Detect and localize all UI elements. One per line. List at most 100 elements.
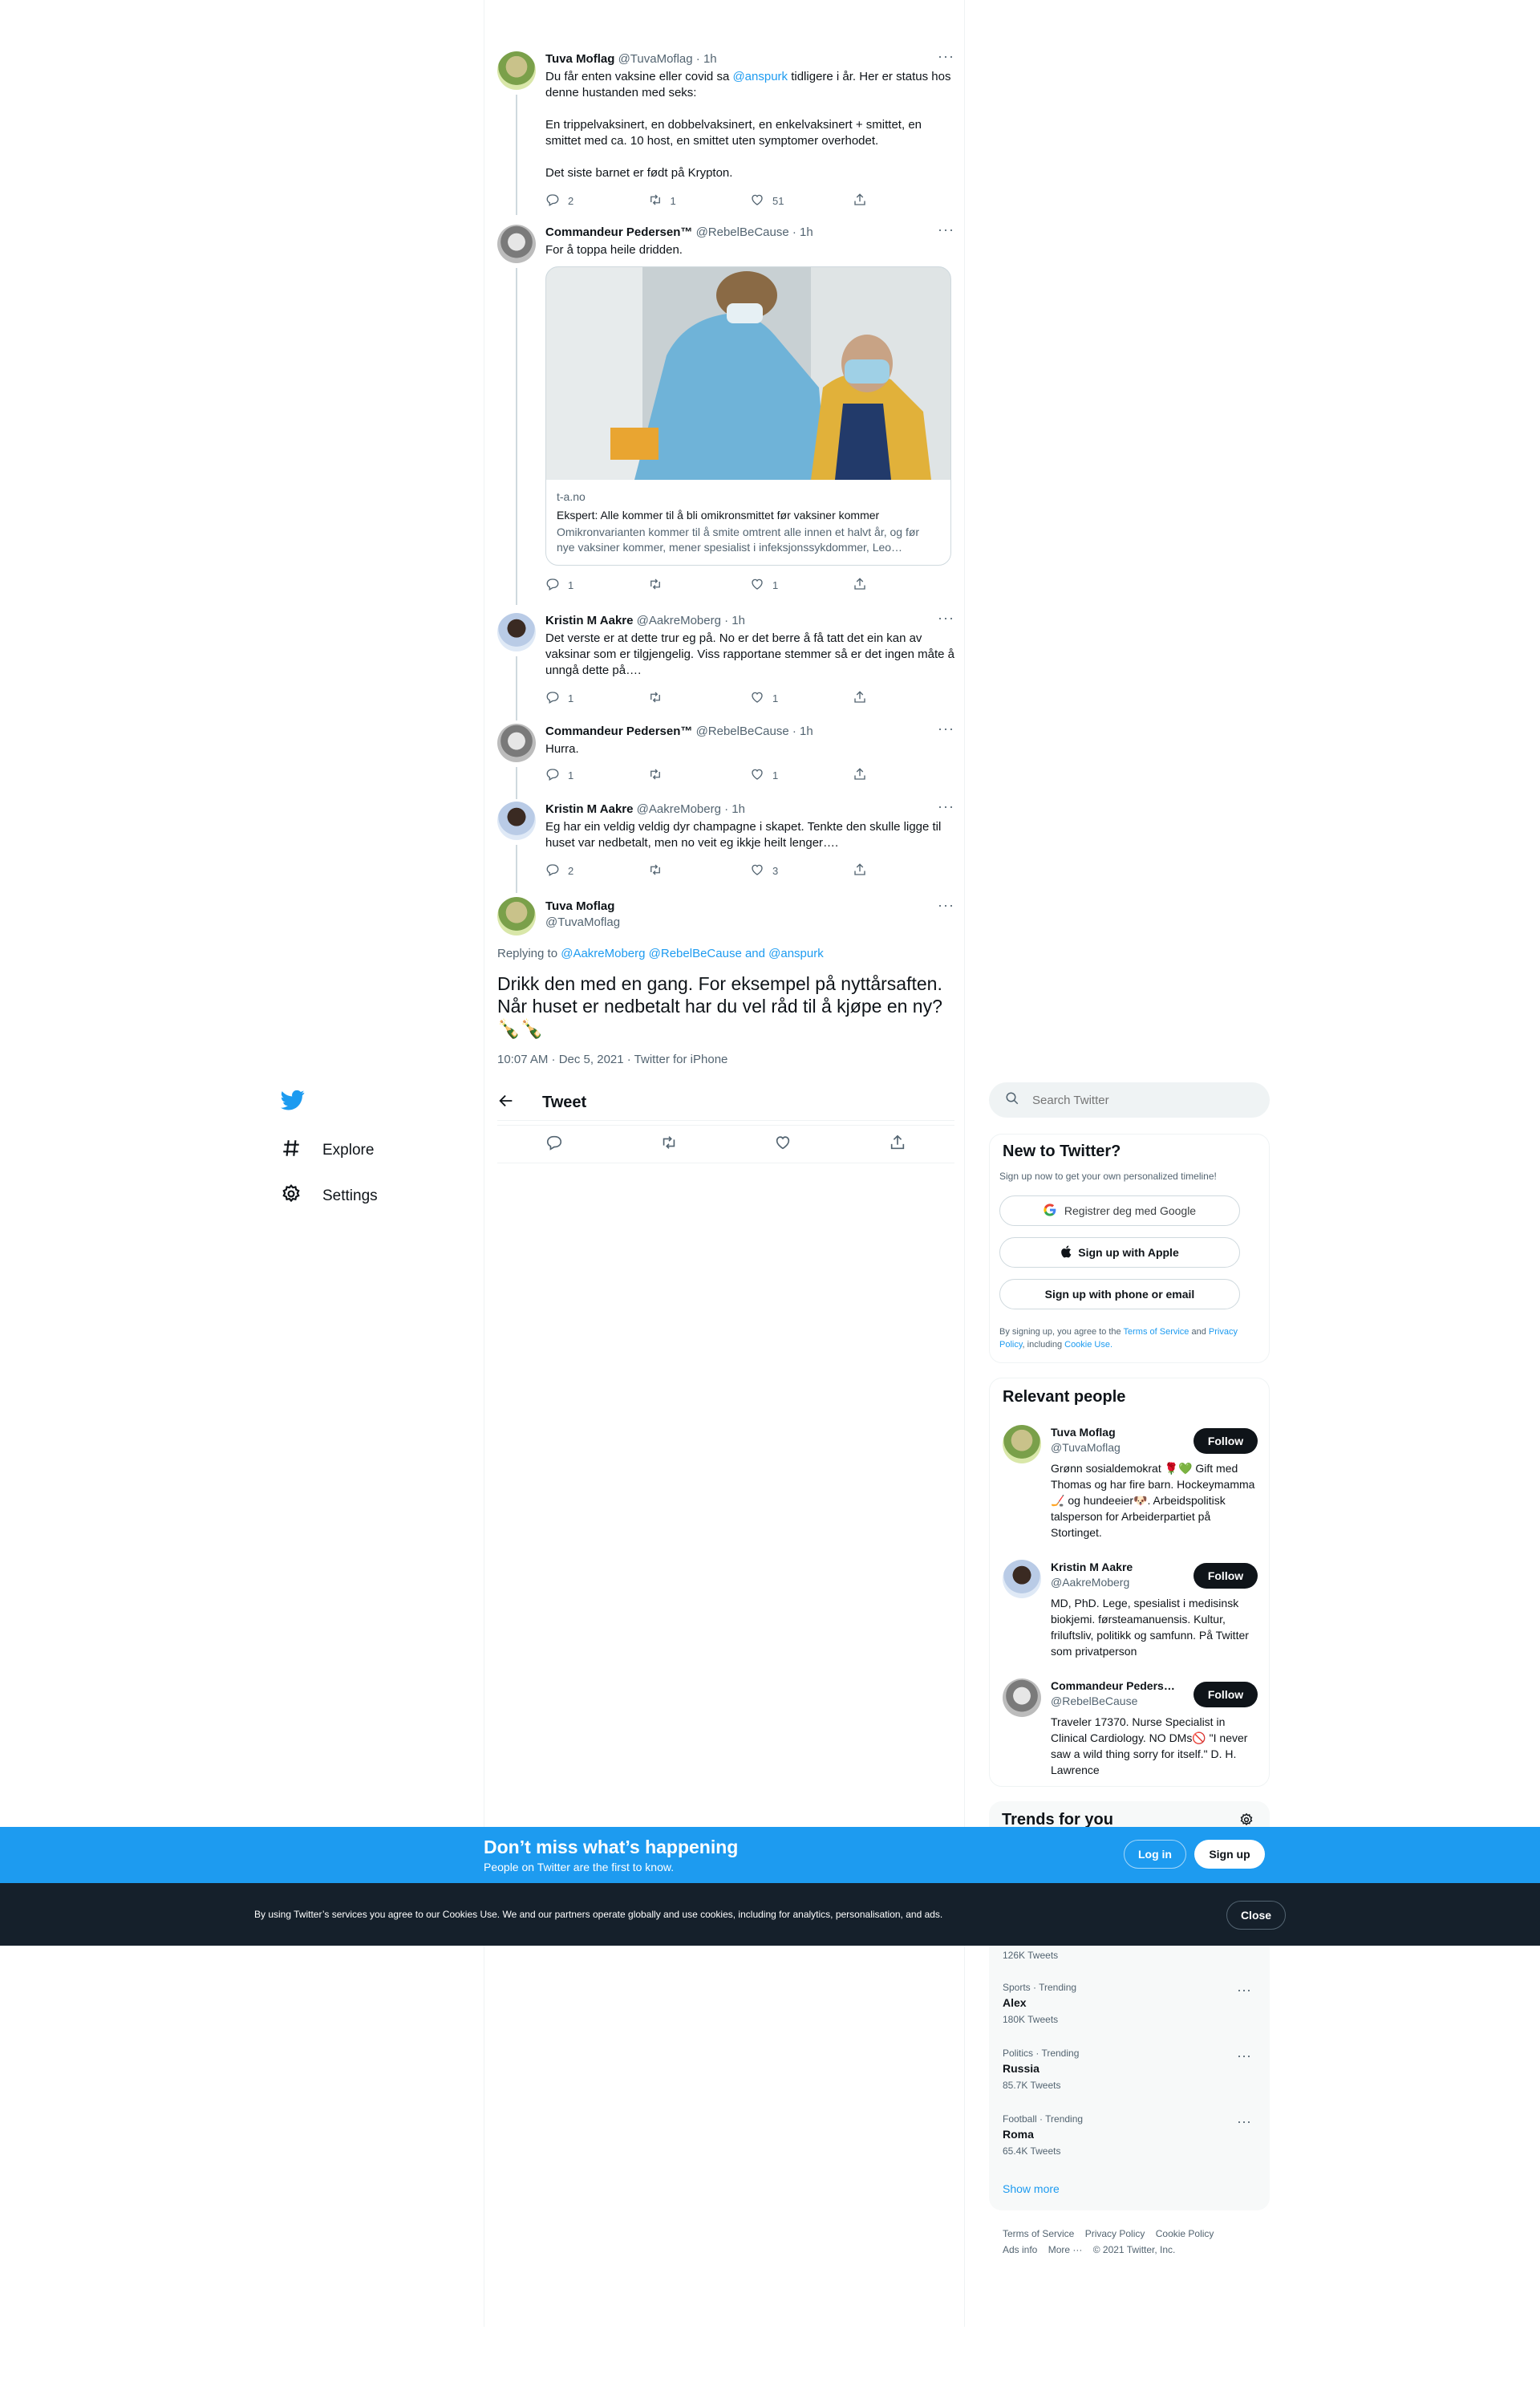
follow-button[interactable]: Follow: [1194, 1563, 1258, 1589]
replying-to-links[interactable]: @AakreMoberg @RebelBeCause and @anspurk: [561, 947, 824, 960]
tweet[interactable]: Kristin M Aakre @AakreMoberg · 1h ··· De…: [497, 610, 955, 720]
person-name[interactable]: Kristin M Aakre: [1051, 1560, 1133, 1575]
footer-terms-link[interactable]: Terms of Service: [1003, 2228, 1074, 2239]
share-icon[interactable]: [889, 1134, 906, 1155]
retweet-button[interactable]: [648, 577, 751, 594]
retweet-button[interactable]: [648, 767, 751, 784]
trend-item[interactable]: Sports · Trending Alex 180K Tweets ···: [1003, 1982, 1259, 2025]
more-icon[interactable]: ···: [1237, 1982, 1251, 1999]
cookie-link[interactable]: Cookie Use.: [1064, 1340, 1112, 1350]
avatar[interactable]: [1003, 1678, 1041, 1717]
search-bar[interactable]: [989, 1082, 1270, 1118]
tweet[interactable]: Commandeur Pedersen™ @RebelBeCause · 1h …: [497, 720, 955, 799]
person-handle[interactable]: @TuvaMoflag: [1051, 1440, 1121, 1455]
tweet-author-handle[interactable]: @RebelBeCause: [696, 725, 789, 738]
main-author-handle[interactable]: @TuvaMoflag: [545, 915, 620, 931]
terms-link[interactable]: Terms of Service: [1124, 1327, 1189, 1337]
twitter-logo-icon[interactable]: [281, 1088, 305, 1116]
login-button[interactable]: Log in: [1124, 1840, 1186, 1869]
tweet-author-name[interactable]: Tuva Moflag: [545, 52, 614, 66]
share-button[interactable]: [853, 577, 955, 594]
reply-button[interactable]: 1: [545, 690, 648, 707]
tweet-author-name[interactable]: Kristin M Aakre: [545, 802, 633, 816]
retweet-button[interactable]: [648, 690, 751, 707]
mention-link[interactable]: @anspurk: [732, 70, 788, 83]
more-icon[interactable]: ···: [1237, 2048, 1251, 2064]
retweet-button[interactable]: 1: [648, 193, 751, 209]
like-button[interactable]: 51: [750, 193, 853, 209]
more-icon[interactable]: ···: [938, 610, 954, 627]
trend-item[interactable]: Politics · Trending Russia 85.7K Tweets …: [1003, 2048, 1259, 2091]
tweet-time[interactable]: · 1h: [792, 725, 813, 738]
avatar[interactable]: [497, 897, 536, 936]
main-author-name[interactable]: Tuva Moflag: [545, 899, 620, 915]
footer-more-link[interactable]: More ···: [1048, 2244, 1083, 2255]
person-handle[interactable]: @AakreMoberg: [1051, 1575, 1133, 1590]
reply-button[interactable]: 1: [545, 767, 648, 784]
more-icon[interactable]: ···: [938, 48, 954, 65]
avatar[interactable]: [497, 51, 536, 90]
tweet-author-handle[interactable]: @AakreMoberg: [637, 614, 721, 627]
tweet-time[interactable]: · 1h: [696, 52, 717, 66]
tweet[interactable]: Commandeur Pedersen™ @RebelBeCause · 1h …: [497, 221, 955, 605]
share-button[interactable]: [853, 767, 955, 784]
share-button[interactable]: [853, 193, 955, 209]
tweet-author-handle[interactable]: @RebelBeCause: [696, 225, 789, 239]
like-button[interactable]: 1: [750, 577, 853, 594]
phone-email-signup-button[interactable]: Sign up with phone or email: [999, 1279, 1240, 1309]
follow-button[interactable]: Follow: [1194, 1428, 1258, 1454]
cookie-close-button[interactable]: Close: [1226, 1901, 1286, 1930]
reply-button[interactable]: 1: [545, 577, 648, 594]
more-icon[interactable]: ···: [1237, 2113, 1251, 2130]
more-icon[interactable]: ···: [938, 720, 954, 737]
google-signup-button[interactable]: Registrer deg med Google: [999, 1195, 1240, 1226]
tweet-time[interactable]: · 1h: [792, 225, 813, 239]
tweet-author-handle[interactable]: @TuvaMoflag: [618, 52, 693, 66]
nav-settings[interactable]: Settings: [281, 1183, 409, 1209]
avatar[interactable]: [1003, 1560, 1041, 1598]
signup-button[interactable]: Sign up: [1194, 1840, 1265, 1869]
retweet-icon[interactable]: [660, 1134, 678, 1155]
share-button[interactable]: [853, 690, 955, 707]
tweet-author-name[interactable]: Commandeur Pedersen™: [545, 725, 692, 738]
footer-privacy-link[interactable]: Privacy Policy: [1085, 2228, 1145, 2239]
person-name[interactable]: Commandeur Peders…: [1051, 1678, 1175, 1694]
more-icon[interactable]: ···: [938, 221, 954, 238]
tweet-time[interactable]: · 1h: [724, 802, 745, 816]
footer-ads-link[interactable]: Ads info: [1003, 2244, 1037, 2255]
reply-icon[interactable]: [545, 1134, 563, 1155]
nav-explore[interactable]: Explore: [281, 1138, 409, 1163]
tweet-author-name[interactable]: Kristin M Aakre: [545, 614, 633, 627]
share-button[interactable]: [853, 863, 955, 879]
person-name[interactable]: Tuva Moflag: [1051, 1425, 1121, 1440]
tweet-author-handle[interactable]: @AakreMoberg: [637, 802, 721, 816]
follow-button[interactable]: Follow: [1194, 1682, 1258, 1707]
avatar[interactable]: [497, 613, 536, 651]
like-button[interactable]: 1: [750, 690, 853, 707]
tweet[interactable]: Kristin M Aakre @AakreMoberg · 1h ··· Eg…: [497, 798, 955, 893]
search-input[interactable]: [1032, 1093, 1241, 1107]
apple-signup-button[interactable]: Sign up with Apple: [999, 1237, 1240, 1268]
show-more-link[interactable]: Show more: [1003, 2182, 1060, 2195]
like-button[interactable]: 1: [750, 767, 853, 784]
avatar[interactable]: [1003, 1425, 1041, 1463]
tweet-author-name[interactable]: Commandeur Pedersen™: [545, 225, 692, 239]
avatar[interactable]: [497, 724, 536, 762]
trend-item[interactable]: Football · Trending Roma 65.4K Tweets ··…: [1003, 2113, 1259, 2157]
retweet-button[interactable]: [648, 863, 751, 879]
back-arrow-icon[interactable]: [497, 1092, 515, 1114]
reply-button[interactable]: 2: [545, 193, 648, 209]
heart-icon[interactable]: [774, 1134, 792, 1155]
person-handle[interactable]: @RebelBeCause: [1051, 1694, 1175, 1709]
footer-cookie-link[interactable]: Cookie Policy: [1156, 2228, 1214, 2239]
more-icon[interactable]: ···: [938, 897, 954, 914]
like-button[interactable]: 3: [750, 863, 853, 879]
link-card[interactable]: t-a.no Ekspert: Alle kommer til å bli om…: [545, 266, 951, 566]
tweet-time[interactable]: · 1h: [724, 614, 745, 627]
avatar[interactable]: [497, 225, 536, 263]
reply-button[interactable]: 2: [545, 863, 648, 879]
main-tweet-meta[interactable]: 10:07 AM · Dec 5, 2021 · Twitter for iPh…: [497, 1053, 727, 1066]
tweet[interactable]: Tuva Moflag @TuvaMoflag · 1h ··· Du får …: [497, 48, 955, 215]
more-icon[interactable]: ···: [938, 798, 954, 815]
avatar[interactable]: [497, 802, 536, 840]
